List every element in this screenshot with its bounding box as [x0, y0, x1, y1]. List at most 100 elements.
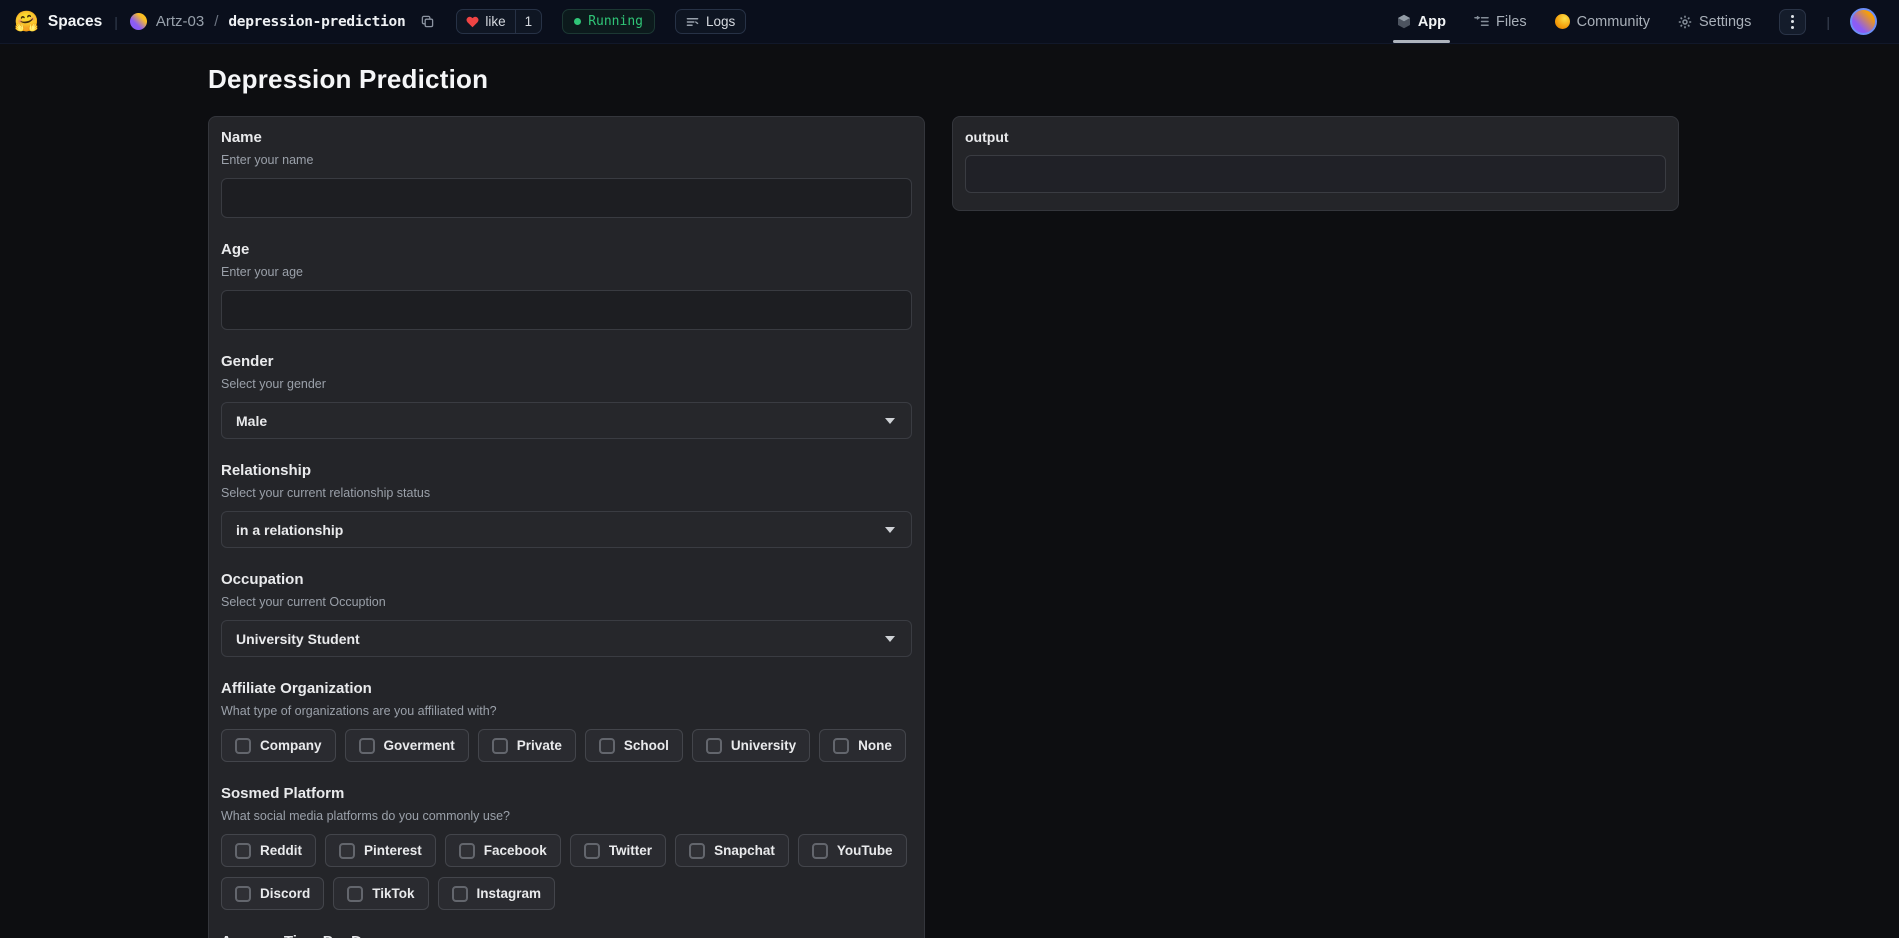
checkbox-option-label: Pinterest — [364, 843, 422, 858]
checkbox-icon[interactable] — [359, 738, 375, 754]
field-gender: Gender Select your gender Male — [221, 353, 912, 439]
field-age: Age Enter your age — [221, 241, 912, 330]
checkbox-icon[interactable] — [235, 738, 251, 754]
chevron-down-icon — [885, 418, 895, 424]
spaces-brand-link[interactable]: Spaces — [48, 13, 102, 31]
tab-community[interactable]: Community — [1555, 0, 1650, 43]
more-options-button[interactable] — [1779, 9, 1806, 35]
copy-icon[interactable] — [421, 15, 434, 28]
checkbox-icon[interactable] — [706, 738, 722, 754]
checkbox-icon[interactable] — [812, 843, 828, 859]
checkbox-option-private[interactable]: Private — [478, 729, 576, 762]
age-input[interactable] — [221, 290, 912, 330]
app-main: Depression Prediction Name Enter your na… — [0, 44, 1899, 938]
file-tree-icon — [1474, 15, 1489, 28]
user-avatar[interactable] — [1850, 8, 1877, 35]
running-status-badge[interactable]: Running — [562, 9, 655, 34]
occupation-dropdown-value: University Student — [236, 631, 360, 647]
checkbox-option-twitter[interactable]: Twitter — [570, 834, 666, 867]
checkbox-option-label: Discord — [260, 886, 310, 901]
path-separator: / — [214, 13, 218, 30]
checkbox-option-label: Reddit — [260, 843, 302, 858]
gender-dropdown-value: Male — [236, 413, 267, 429]
status-label: Running — [588, 14, 643, 29]
checkbox-option-company[interactable]: Company — [221, 729, 336, 762]
checkbox-icon[interactable] — [833, 738, 849, 754]
checkbox-option-pinterest[interactable]: Pinterest — [325, 834, 436, 867]
field-label: Relationship — [221, 462, 912, 479]
checkbox-option-label: Company — [260, 738, 322, 753]
logs-button[interactable]: Logs — [675, 9, 746, 34]
checkbox-option-snapchat[interactable]: Snapchat — [675, 834, 789, 867]
field-hint: Select your gender — [221, 377, 912, 392]
checkbox-icon[interactable] — [689, 843, 705, 859]
field-hint: Select your current relationship status — [221, 486, 912, 501]
checkbox-option-university[interactable]: University — [692, 729, 810, 762]
owner-avatar[interactable] — [130, 13, 147, 30]
gender-dropdown[interactable]: Male — [221, 402, 912, 439]
checkbox-option-label: Facebook — [484, 843, 547, 858]
like-count[interactable]: 1 — [515, 10, 542, 33]
checkbox-icon[interactable] — [235, 886, 251, 902]
checkbox-icon[interactable] — [235, 843, 251, 859]
tab-community-label: Community — [1577, 14, 1650, 30]
tab-settings[interactable]: Settings — [1678, 0, 1751, 43]
field-label: Age — [221, 241, 912, 258]
checkbox-option-facebook[interactable]: Facebook — [445, 834, 561, 867]
owner-link[interactable]: Artz-03 — [156, 13, 204, 30]
checkbox-option-label: University — [731, 738, 796, 753]
field-label: Sosmed Platform — [221, 785, 912, 802]
divider: | — [114, 14, 118, 30]
sosmed-checkbox-group: Reddit Pinterest Facebook Twitter Snapchat Yo… — [221, 834, 912, 910]
checkbox-option-discord[interactable]: Discord — [221, 877, 324, 910]
checkbox-option-label: YouTube — [837, 843, 893, 858]
checkbox-icon[interactable] — [492, 738, 508, 754]
checkbox-option-label: Goverment — [384, 738, 455, 753]
checkbox-icon[interactable] — [459, 843, 475, 859]
checkbox-option-label: Private — [517, 738, 562, 753]
name-input[interactable] — [221, 178, 912, 218]
topbar-right: App Files Community Settings | — [1397, 0, 1877, 43]
checkbox-option-reddit[interactable]: Reddit — [221, 834, 316, 867]
repo-name-link[interactable]: depression-prediction — [228, 14, 405, 30]
input-form-panel: Name Enter your name Age Enter your age … — [208, 116, 925, 938]
checkbox-option-none[interactable]: None — [819, 729, 906, 762]
page-title: Depression Prediction — [208, 64, 1899, 95]
tab-settings-label: Settings — [1699, 14, 1751, 30]
checkbox-option-label: None — [858, 738, 892, 753]
field-hint: Select your current Occuption — [221, 595, 912, 610]
output-textbox[interactable] — [965, 155, 1666, 193]
tab-app[interactable]: App — [1397, 0, 1446, 43]
checkbox-icon[interactable] — [452, 886, 468, 902]
chevron-down-icon — [885, 636, 895, 642]
chevron-down-icon — [885, 527, 895, 533]
checkbox-icon[interactable] — [347, 886, 363, 902]
like-button[interactable]: like 1 — [456, 9, 542, 34]
tab-files[interactable]: Files — [1474, 0, 1527, 43]
field-sosmed-platform: Sosmed Platform What social media platfo… — [221, 785, 912, 910]
checkbox-icon[interactable] — [339, 843, 355, 859]
logs-icon — [686, 16, 699, 28]
topbar-left: 🤗 Spaces | Artz-03 / depression-predicti… — [14, 0, 746, 43]
affiliate-checkbox-group: Company Goverment Private School University N… — [221, 729, 912, 762]
relationship-dropdown-value: in a relationship — [236, 522, 343, 538]
checkbox-option-label: Instagram — [477, 886, 542, 901]
checkbox-icon[interactable] — [584, 843, 600, 859]
field-name: Name Enter your name — [221, 129, 912, 218]
checkbox-option-tiktok[interactable]: TikTok — [333, 877, 428, 910]
relationship-dropdown[interactable]: in a relationship — [221, 511, 912, 548]
huggingface-logo-icon[interactable]: 🤗 — [14, 12, 39, 32]
tab-app-label: App — [1418, 14, 1446, 30]
checkbox-option-youtube[interactable]: YouTube — [798, 834, 907, 867]
heart-icon — [466, 16, 479, 28]
occupation-dropdown[interactable]: University Student — [221, 620, 912, 657]
status-dot-icon — [574, 18, 581, 25]
checkbox-icon[interactable] — [599, 738, 615, 754]
field-hint: Enter your age — [221, 265, 912, 280]
checkbox-option-goverment[interactable]: Goverment — [345, 729, 469, 762]
like-label: like — [485, 14, 505, 29]
output-panel: output — [952, 116, 1679, 211]
checkbox-option-label: TikTok — [372, 886, 414, 901]
checkbox-option-instagram[interactable]: Instagram — [438, 877, 556, 910]
checkbox-option-school[interactable]: School — [585, 729, 683, 762]
